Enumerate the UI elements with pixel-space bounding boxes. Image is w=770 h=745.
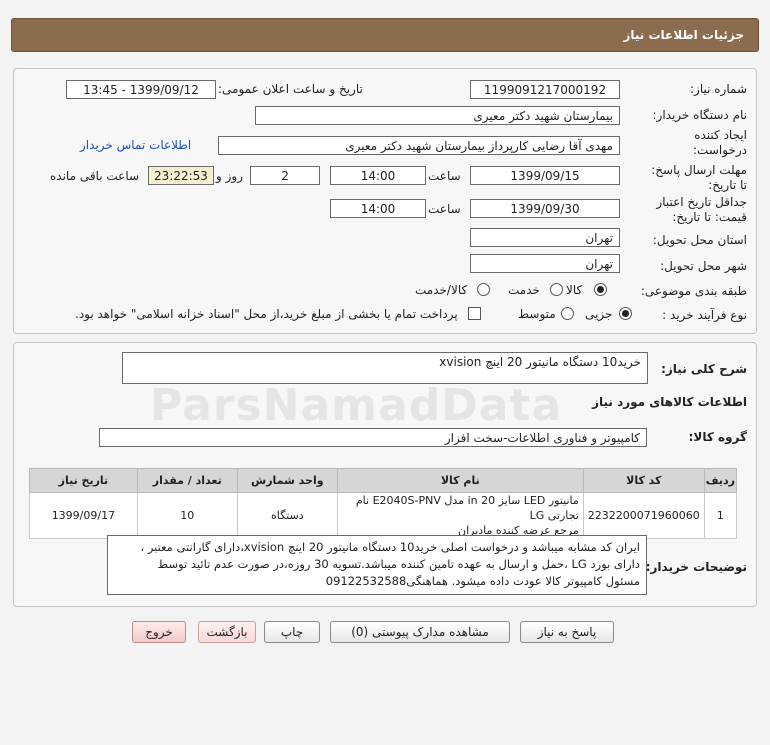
announce-datetime-field: 1399/09/12 - 13:45 (66, 80, 216, 99)
remaining-time-field: 23:22:53 (148, 166, 214, 185)
page-title: جزئیات اطلاعات نیاز (623, 28, 744, 42)
buyer-notes-line1: ایران کد مشابه میباشد و درخواست اصلی خری… (140, 540, 640, 554)
creator-label-line2: درخواست: (693, 143, 747, 157)
buyer-contact-link[interactable]: اطلاعات تماس خریدار (80, 138, 191, 152)
category-goods-service-radio[interactable] (477, 283, 490, 296)
reply-date-field: 1399/09/15 (470, 166, 620, 185)
cell-row: 1 (703, 492, 738, 539)
summary-label: شرح کلی نیاز: (661, 362, 747, 376)
creator-field: مهدی آقا رضایی کارپرداز بیمارستان شهید د… (218, 136, 620, 155)
buyer-notes-line3: مسئول کامپیوتر کالا عودت داده میشود. هما… (325, 574, 640, 588)
validity-time-field: 14:00 (330, 199, 426, 218)
process-minor-label: جزیی (585, 307, 613, 321)
goods-table-header: ردیف کد کالا نام کالا واحد شمارش تعداد /… (29, 468, 738, 493)
category-label: طبقه بندی موضوعی: (640, 284, 747, 298)
reply-deadline-label-line1: مهلت ارسال پاسخ: (651, 163, 747, 177)
col-name: نام کالا (336, 468, 584, 493)
validity-date-field: 1399/09/30 (470, 199, 620, 218)
col-code: کد کالا (582, 468, 705, 493)
category-service-label: خدمت (508, 283, 540, 297)
need-number-field: 1199091217000192 (470, 80, 620, 99)
province-label: استان محل تحویل: (652, 233, 747, 247)
validity-time-label: ساعت (428, 202, 461, 216)
need-number-label: شماره نیاز: (690, 82, 747, 96)
reply-deadline-label-line2: تا تاریخ: (708, 178, 747, 192)
category-goods-radio[interactable] (594, 283, 607, 296)
city-label: شهر محل تحویل: (660, 259, 747, 273)
process-medium-radio[interactable] (561, 307, 574, 320)
cell-name-line1: مانیتور LED سایز 20 in مدل E2040S-PNV نا… (355, 494, 579, 522)
attachments-button[interactable]: مشاهده مدارک پیوستی (0) (330, 621, 510, 643)
print-button[interactable]: چاپ (264, 621, 320, 643)
days-label: روز و (216, 169, 243, 183)
cell-unit: دستگاه (236, 492, 338, 539)
page-header: جزئیات اطلاعات نیاز (11, 18, 759, 52)
remaining-time-label: ساعت باقی مانده (50, 169, 140, 183)
reply-button[interactable]: پاسخ به نیاز (520, 621, 614, 643)
summary-value: خرید10 دستگاه مانیتور 20 اینچ xvision (439, 355, 641, 369)
col-unit: واحد شمارش (236, 468, 338, 493)
buyer-notes-field: ایران کد مشابه میباشد و درخواست اصلی خری… (107, 535, 647, 595)
reply-time-field: 14:00 (330, 166, 426, 185)
col-qty: تعداد / مقدار (136, 468, 238, 493)
goods-group-field: کامپیوتر و فناوری اطلاعات-سخت افزار (99, 428, 647, 447)
back-button[interactable]: بازگشت (198, 621, 256, 643)
buyer-org-label: نام دستگاه خریدار: (652, 108, 748, 122)
process-minor-radio[interactable] (619, 307, 632, 320)
buyer-org-field: بیمارستان شهید دکتر معیری (255, 106, 620, 125)
cell-name: مانیتور LED سایز 20 in مدل E2040S-PNV نا… (336, 492, 584, 539)
goods-group-label: گروه کالا: (688, 430, 747, 444)
category-service-radio[interactable] (550, 283, 563, 296)
goods-section-title: اطلاعات کالاهای مورد نیاز (592, 395, 747, 409)
creator-label-line1: ایجاد کننده (694, 128, 747, 142)
treasury-note: پرداخت تمام یا بخشی از مبلغ خرید،از محل … (75, 307, 458, 321)
validity-label-line2: قیمت: تا تاریخ: (672, 210, 747, 224)
process-type-label: نوع فرآیند خرید : (662, 308, 747, 322)
validity-label-line1: جداقل تاریخ اعتبار (656, 195, 747, 209)
col-row: ردیف (703, 468, 738, 493)
treasury-checkbox[interactable] (468, 307, 481, 320)
reply-time-label: ساعت (428, 169, 461, 183)
announce-datetime-label: تاریخ و ساعت اعلان عمومی: (218, 82, 363, 96)
col-date: تاریخ نیاز (29, 468, 138, 493)
table-row: 1 2232200071960060 مانیتور LED سایز 20 i… (29, 492, 738, 539)
goods-table: ردیف کد کالا نام کالا واحد شمارش تعداد /… (29, 468, 738, 539)
province-field: تهران (470, 228, 620, 247)
buyer-notes-line2: دارای بورد LG ،حمل و ارسال به عهده تامین… (157, 557, 640, 571)
process-medium-label: متوسط (518, 307, 556, 321)
cell-qty: 10 (136, 492, 238, 539)
days-remaining-field: 2 (250, 166, 320, 185)
cell-date: 1399/09/17 (29, 492, 138, 539)
category-goods-label: کالا (566, 283, 583, 297)
city-field: تهران (470, 254, 620, 273)
buyer-notes-label: توضیحات خریدار: (645, 560, 747, 574)
cell-code: 2232200071960060 (582, 492, 705, 539)
category-goods-service-label: کالا/خدمت (415, 283, 468, 297)
summary-field: خرید10 دستگاه مانیتور 20 اینچ xvision (122, 352, 648, 384)
exit-button[interactable]: خروج (132, 621, 186, 643)
